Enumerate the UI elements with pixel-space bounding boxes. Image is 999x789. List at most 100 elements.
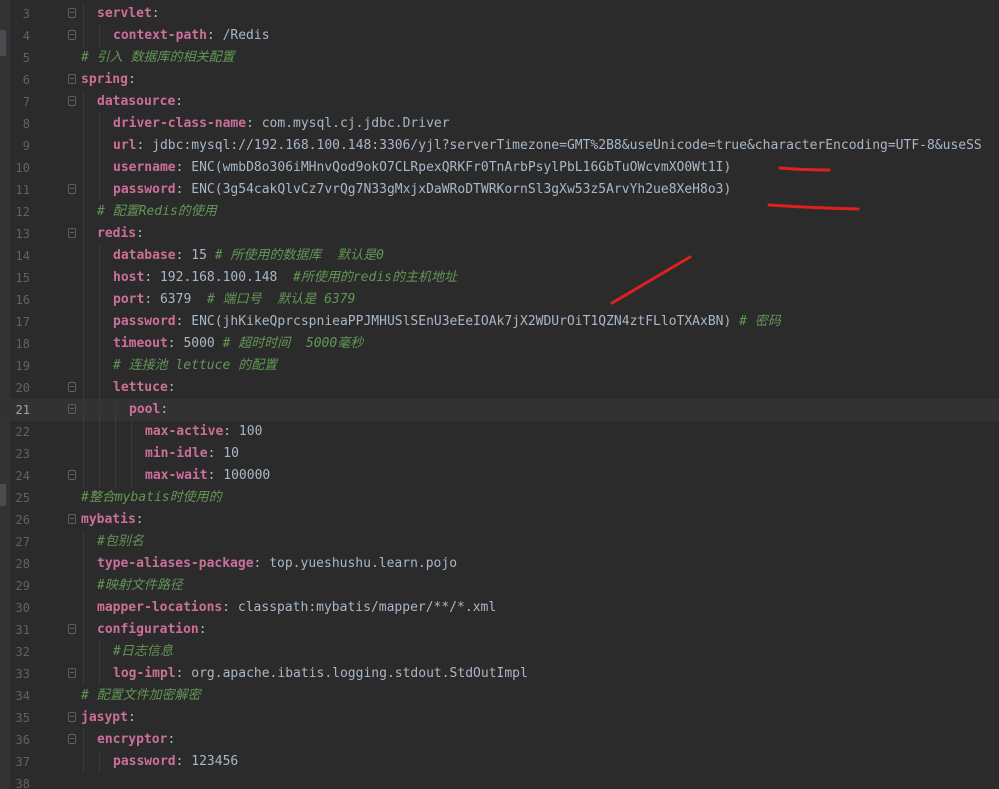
code-line[interactable]: 4 context-path: /Redis bbox=[0, 25, 999, 47]
code-line[interactable]: 26 mybatis: bbox=[0, 509, 999, 531]
code-text: servlet: bbox=[97, 3, 160, 25]
comment-text: #包别名 bbox=[97, 534, 144, 549]
indent-guide bbox=[83, 311, 84, 333]
code-text: jasypt: bbox=[81, 707, 136, 729]
indent-guide bbox=[99, 663, 100, 685]
code-line[interactable]: 12 # 配置Redis的使用 bbox=[0, 201, 999, 223]
code-line[interactable]: 21 pool: bbox=[0, 399, 999, 421]
code-line[interactable]: 6 spring: bbox=[0, 69, 999, 91]
indent-guide bbox=[99, 267, 100, 289]
indent-guide bbox=[83, 575, 84, 597]
yaml-value: : org.apache.ibatis.logging.stdout.StdOu… bbox=[175, 666, 528, 681]
comment-text: #整合mybatis时使用的 bbox=[81, 490, 222, 505]
code-line[interactable]: 23 min-idle: 10 bbox=[0, 443, 999, 465]
code-editor[interactable]: 3 servlet: 4 context-path: /Redis 5 # 引入 数据库的… bbox=[0, 0, 999, 789]
line-number: 10 bbox=[15, 161, 30, 175]
code-line[interactable]: 3 servlet: bbox=[0, 3, 999, 25]
fold-marker-icon[interactable] bbox=[68, 96, 76, 106]
code-line[interactable]: 27 #包别名 bbox=[0, 531, 999, 553]
code-text: #包别名 bbox=[97, 531, 144, 553]
yaml-key: type-aliases-package bbox=[97, 556, 254, 571]
code-line[interactable]: 13 redis: bbox=[0, 223, 999, 245]
code-line[interactable]: 32 #日志信息 bbox=[0, 641, 999, 663]
code-line[interactable]: 7 datasource: bbox=[0, 91, 999, 113]
fold-marker-icon[interactable] bbox=[68, 712, 76, 722]
code-line[interactable]: 14 database: 15 # 所使用的数据库 默认是0 bbox=[0, 245, 999, 267]
code-line[interactable]: 28 type-aliases-package: top.yueshushu.le… bbox=[0, 553, 999, 575]
fold-marker-icon[interactable] bbox=[68, 184, 76, 194]
indent-guide bbox=[83, 91, 84, 113]
line-number: 6 bbox=[22, 73, 30, 87]
comment-text: # 配置文件加密解密 bbox=[81, 688, 201, 703]
indent-guide bbox=[83, 333, 84, 355]
indent-guide bbox=[99, 135, 100, 157]
code-line[interactable]: 38 bbox=[0, 773, 999, 789]
code-line[interactable]: 17 password: ENC(jhKikeQprcspnieaPPJMHUSl… bbox=[0, 311, 999, 333]
fold-marker-icon[interactable] bbox=[68, 74, 76, 84]
fold-marker-icon[interactable] bbox=[68, 470, 76, 480]
fold-marker-icon[interactable] bbox=[68, 514, 76, 524]
indent-guide bbox=[99, 113, 100, 135]
indent-guide bbox=[83, 663, 84, 685]
code-line[interactable]: 33 log-impl: org.apache.ibatis.logging.st… bbox=[0, 663, 999, 685]
code-line[interactable]: 25 #整合mybatis时使用的 bbox=[0, 487, 999, 509]
code-line[interactable]: 18 timeout: 5000 # 超时时间 5000毫秒 bbox=[0, 333, 999, 355]
yaml-value: : bbox=[167, 732, 176, 747]
yaml-value: : 10 bbox=[207, 446, 239, 461]
line-number: 14 bbox=[15, 249, 30, 263]
code-text: pool: bbox=[129, 399, 168, 421]
code-line[interactable]: 36 encryptor: bbox=[0, 729, 999, 751]
code-line[interactable]: 29 #映射文件路径 bbox=[0, 575, 999, 597]
indent-guide bbox=[83, 729, 84, 751]
line-number: 5 bbox=[22, 51, 30, 65]
code-line[interactable]: 10 username: ENC(wmbD8o306iMHnvQod9okO7CL… bbox=[0, 157, 999, 179]
fold-marker-icon[interactable] bbox=[68, 668, 76, 678]
yaml-value: : bbox=[167, 380, 176, 395]
code-line[interactable]: 37 password: 123456 bbox=[0, 751, 999, 773]
indent-guide bbox=[115, 399, 116, 421]
yaml-key: encryptor bbox=[97, 732, 168, 747]
yaml-key: timeout bbox=[113, 336, 168, 351]
indent-guide bbox=[99, 289, 100, 311]
code-text: # 配置文件加密解密 bbox=[81, 685, 201, 707]
fold-marker-icon[interactable] bbox=[68, 382, 76, 392]
code-line[interactable]: 35 jasypt: bbox=[0, 707, 999, 729]
code-line[interactable]: 8 driver-class-name: com.mysql.cj.jdbc.Dr… bbox=[0, 113, 999, 135]
indent-guide bbox=[83, 267, 84, 289]
code-line[interactable]: 9 url: jdbc:mysql://192.168.100.148:3306/… bbox=[0, 135, 999, 157]
code-text: mapper-locations: classpath:mybatis/mapp… bbox=[97, 597, 496, 619]
code-line[interactable]: 5 # 引入 数据库的相关配置 bbox=[0, 47, 999, 69]
line-number: 17 bbox=[15, 315, 30, 329]
code-line[interactable]: 19 # 连接池 lettuce 的配置 bbox=[0, 355, 999, 377]
fold-marker-icon[interactable] bbox=[68, 404, 76, 414]
line-number: 12 bbox=[15, 205, 30, 219]
code-text: max-active: 100 bbox=[145, 421, 262, 443]
indent-guide bbox=[83, 421, 84, 443]
code-line[interactable]: 31 configuration: bbox=[0, 619, 999, 641]
line-number: 19 bbox=[15, 359, 30, 373]
fold-marker-icon[interactable] bbox=[68, 30, 76, 40]
yaml-key: datasource bbox=[97, 94, 176, 109]
code-line[interactable]: 24 max-wait: 100000 bbox=[0, 465, 999, 487]
code-line[interactable]: 20 lettuce: bbox=[0, 377, 999, 399]
indent-guide bbox=[83, 597, 84, 619]
fold-marker-icon[interactable] bbox=[68, 624, 76, 634]
code-line[interactable]: 11 password: ENC(3g54cakQlvCz7vrQg7N33gMx… bbox=[0, 179, 999, 201]
code-text: timeout: 5000 # 超时时间 5000毫秒 bbox=[113, 333, 363, 355]
code-line[interactable]: 15 host: 192.168.100.148 #所使用的redis的主机地址 bbox=[0, 267, 999, 289]
code-line[interactable]: 16 port: 6379 # 端口号 默认是 6379 bbox=[0, 289, 999, 311]
comment-text: # 超时时间 5000毫秒 bbox=[222, 336, 364, 351]
indent-guide bbox=[99, 179, 100, 201]
line-number: 11 bbox=[15, 183, 30, 197]
line-number: 20 bbox=[15, 381, 30, 395]
line-number: 13 bbox=[15, 227, 30, 241]
fold-marker-icon[interactable] bbox=[68, 228, 76, 238]
code-line[interactable]: 34 # 配置文件加密解密 bbox=[0, 685, 999, 707]
fold-marker-icon[interactable] bbox=[68, 8, 76, 18]
code-line[interactable]: 22 max-active: 100 bbox=[0, 421, 999, 443]
fold-marker-icon[interactable] bbox=[68, 734, 76, 744]
code-line[interactable]: 30 mapper-locations: classpath:mybatis/ma… bbox=[0, 597, 999, 619]
yaml-value: : 123456 bbox=[175, 754, 239, 769]
yaml-key: mybatis bbox=[81, 512, 136, 527]
yaml-value: : bbox=[175, 94, 184, 109]
